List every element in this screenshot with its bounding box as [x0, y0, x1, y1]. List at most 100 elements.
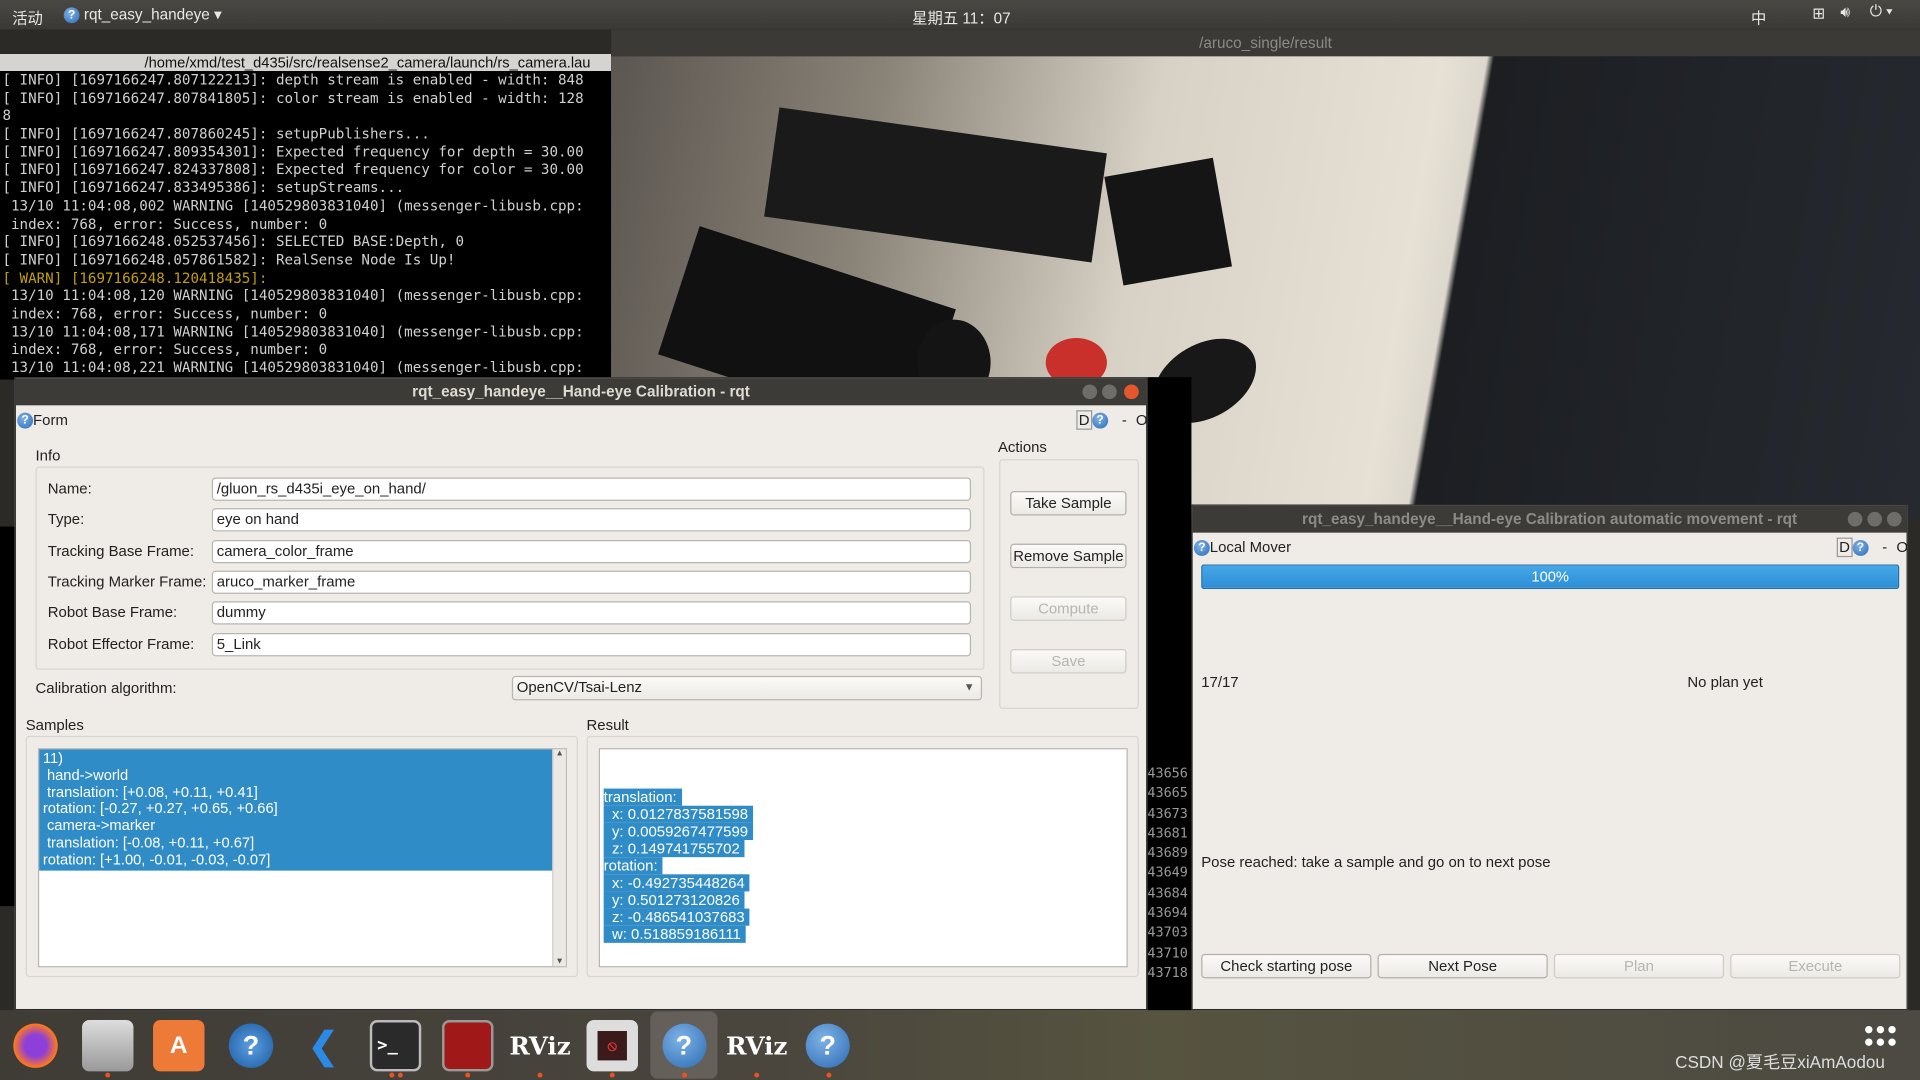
- running-indicator: [754, 1072, 760, 1078]
- compute-button[interactable]: Compute: [1010, 596, 1127, 621]
- samples-scrollbar[interactable]: ▲ ▼: [552, 749, 566, 967]
- scroll-down-icon[interactable]: ▼: [553, 958, 565, 967]
- help-app-icon-2[interactable]: ?: [802, 1020, 853, 1071]
- rviz-icon-2[interactable]: RViz: [726, 1020, 787, 1071]
- volume-icon[interactable]: 🔊︎: [1840, 4, 1850, 22]
- field-input[interactable]: dummy: [211, 601, 972, 625]
- field-input[interactable]: eye on hand: [211, 508, 972, 532]
- minimize-button[interactable]: [1847, 511, 1863, 527]
- plugin-help-icon[interactable]: ?: [1852, 540, 1869, 557]
- terminal-line: [ INFO] [1697166247.833495386]: setupStr…: [2, 178, 405, 197]
- algorithm-select[interactable]: OpenCV/Tsai-Lenz ▼: [511, 675, 983, 701]
- strip-number: 43710: [1147, 944, 1188, 961]
- running-indicator: [537, 1072, 543, 1078]
- result-lines: translation: x: 0.0127837581598 y: 0.005…: [603, 788, 1123, 943]
- recorder-icon[interactable]: ⦸: [586, 1020, 638, 1072]
- system-monitor-icon[interactable]: [442, 1020, 494, 1072]
- calibration-window: rqt_easy_handeye__Hand-eye Calibration -…: [14, 377, 1148, 1011]
- terminal-app-icon[interactable]: >_: [369, 1020, 422, 1072]
- execute-button[interactable]: Execute: [1730, 953, 1901, 979]
- terminal-line: [ INFO] [1697166248.057861582]: RealSens…: [2, 250, 456, 269]
- algorithm-value: OpenCV/Tsai-Lenz: [516, 678, 642, 696]
- result-line: y: 0.501273120826: [603, 891, 745, 909]
- strip-number: 43665: [1147, 785, 1188, 802]
- rviz-icon[interactable]: RViz: [509, 1020, 570, 1071]
- strip-number: 43681: [1147, 825, 1188, 842]
- mover-window-titlebar[interactable]: rqt_easy_handeye__Hand-eye Calibration a…: [1192, 505, 1907, 533]
- minimize-plugin-button[interactable]: -: [1882, 539, 1887, 556]
- terminal-line: 13/10 11:04:08,171 WARNING [140529803831…: [2, 322, 584, 340]
- terminal-line: [ INFO] [1697166247.807860245]: setupPub…: [2, 124, 430, 143]
- terminal-line: [ WARN] [1697166248.120418435]:: [2, 268, 268, 286]
- samples-list[interactable]: 11) hand->world translation: [+0.08, +0.…: [37, 748, 567, 968]
- result-line: z: 0.149741755702: [603, 840, 745, 858]
- terminal-line: [ INFO] [1697166247.824337808]: Expected…: [2, 160, 584, 179]
- field-input[interactable]: aruco_marker_frame: [211, 570, 972, 594]
- activities-button[interactable]: 活动: [12, 5, 43, 28]
- files-icon[interactable]: [82, 1020, 134, 1072]
- maximize-button[interactable]: [1102, 384, 1117, 400]
- running-indicator: [397, 1072, 403, 1078]
- mover-window-title: rqt_easy_handeye__Hand-eye Calibration a…: [1302, 510, 1798, 528]
- progress-bar: 100%: [1201, 564, 1900, 589]
- plugin-controls: D? - O: [1076, 410, 1148, 430]
- show-apps-icon[interactable]: ●●● ●●●: [1864, 1020, 1899, 1049]
- power-icon[interactable]: ⏻ ▾: [1870, 2, 1893, 20]
- maximize-button[interactable]: [1867, 511, 1883, 527]
- vscode-icon[interactable]: ❮: [298, 1020, 349, 1071]
- scroll-up-icon[interactable]: ▲: [553, 749, 565, 758]
- close-button[interactable]: [1124, 384, 1139, 400]
- next-pose-button[interactable]: Next Pose: [1377, 953, 1548, 979]
- strip-number: 43656: [1147, 765, 1188, 782]
- samples-label: Samples: [25, 716, 84, 734]
- dock-button[interactable]: D: [1836, 537, 1853, 558]
- dock: A ? ❮ >_ RViz ⦸ ? RViz ? ●●● ●●● CSDN @夏毛…: [0, 1010, 1920, 1080]
- app-menu[interactable]: ? rqt_easy_handeye ▾: [63, 5, 222, 24]
- rqt-help-icon[interactable]: ?: [650, 1011, 718, 1079]
- take-sample-button[interactable]: Take Sample: [1010, 491, 1127, 516]
- sample-line: 11): [42, 749, 64, 767]
- terminal-line: 8: [2, 106, 12, 125]
- field-input[interactable]: /gluon_rs_d435i_eye_on_hand/: [211, 477, 972, 501]
- actions-label: Actions: [997, 438, 1047, 456]
- pose-counter: 17/17: [1201, 673, 1239, 691]
- strip-number: 43694: [1147, 904, 1188, 921]
- help-icon[interactable]: ?: [17, 412, 34, 429]
- terminal-line: 13/10 11:04:08,221 WARNING [140529803831…: [2, 358, 584, 376]
- terminal-output: [ INFO] [1697166247.807122213]: depth st…: [0, 71, 612, 377]
- keyboard-shape: [764, 107, 1107, 263]
- network-icon[interactable]: ⊞: [1812, 4, 1825, 22]
- close-plugin-button[interactable]: O: [1136, 411, 1148, 428]
- save-button[interactable]: Save: [1010, 648, 1127, 674]
- strip-number: 43649: [1147, 865, 1188, 882]
- minimize-plugin-button[interactable]: -: [1122, 411, 1127, 428]
- result-label: Result: [586, 716, 629, 734]
- running-indicator: [682, 1072, 687, 1078]
- remove-sample-button[interactable]: Remove Sample: [1010, 543, 1127, 569]
- calibration-window-titlebar[interactable]: rqt_easy_handeye__Hand-eye Calibration -…: [15, 378, 1147, 406]
- plugin-help-icon[interactable]: ?: [1092, 412, 1108, 429]
- sample-item[interactable]: 11) hand->world translation: [+0.08, +0.…: [39, 749, 554, 871]
- result-text[interactable]: translation: x: 0.0127837581598 y: 0.005…: [598, 748, 1128, 968]
- field-input[interactable]: 5_Link: [211, 632, 972, 656]
- field-input[interactable]: camera_color_frame: [211, 539, 972, 563]
- info-label: Info: [35, 446, 61, 465]
- close-button[interactable]: [1886, 511, 1902, 527]
- close-plugin-button[interactable]: O: [1896, 539, 1908, 556]
- plugin-header: ? Local Mover: [1193, 539, 1291, 557]
- plan-button[interactable]: Plan: [1553, 953, 1725, 979]
- background-terminal-strip: 43656 43665 43673 43681 43689 43649 43684 43694…: [1147, 377, 1192, 1011]
- input-method[interactable]: 中: [1751, 5, 1766, 28]
- minimize-button[interactable]: [1082, 384, 1098, 400]
- terminal-line: index: 768, error: Success, number: 0: [2, 214, 328, 233]
- help-app-icon[interactable]: ?: [225, 1020, 277, 1072]
- terminal-window[interactable]: /home/xmd/test_d435i/src/realsense2_came…: [0, 53, 613, 380]
- software-center-icon[interactable]: A: [153, 1020, 205, 1072]
- check-starting-pose-button[interactable]: Check starting pose: [1201, 953, 1372, 979]
- help-icon[interactable]: ?: [1193, 540, 1210, 557]
- dock-button[interactable]: D: [1076, 410, 1093, 430]
- strip-numbers: 43656 43665 43673 43681 43689 43649 43684 43694…: [1147, 764, 1188, 984]
- firefox-icon[interactable]: [9, 1020, 62, 1072]
- calibration-window-title: rqt_easy_handeye__Hand-eye Calibration -…: [412, 383, 750, 401]
- clock[interactable]: 星期五 11：07: [912, 5, 1010, 28]
